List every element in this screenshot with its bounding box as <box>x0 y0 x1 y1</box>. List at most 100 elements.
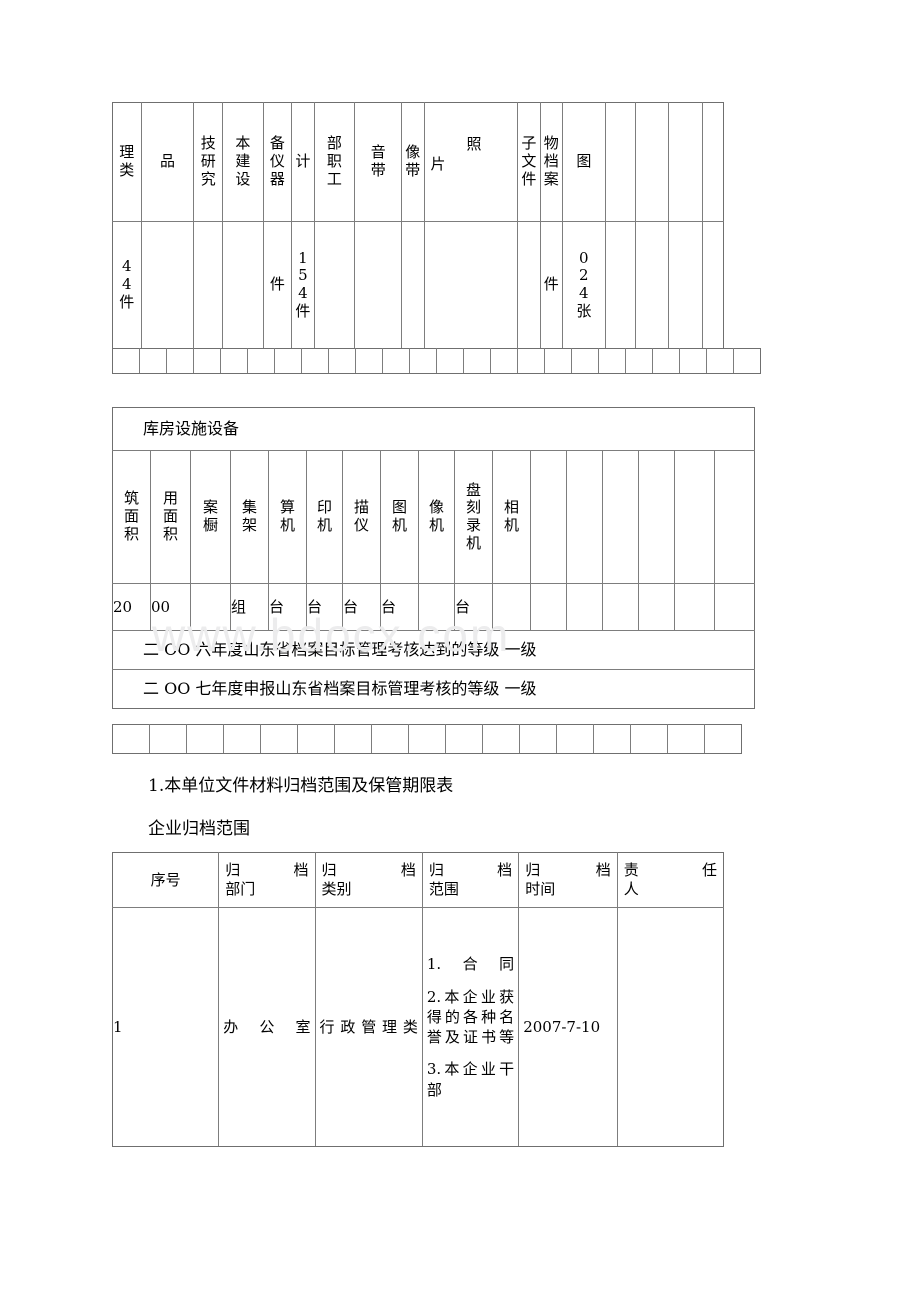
table1-header-cell: 技研究 <box>193 102 223 222</box>
table1-header-cell: 图 <box>561 102 606 222</box>
blank-cell <box>517 348 545 374</box>
table2-data-row: 20 00 组 台 台 台 台 台 <box>112 583 756 631</box>
table2-header-cell: 印机 <box>306 450 343 584</box>
table2-title-cell: 库房设施设备 <box>111 407 756 451</box>
table1-data-cell <box>667 221 704 349</box>
table3-cell-category: 行政管理类 <box>314 907 423 1147</box>
blank-cell <box>556 724 594 754</box>
table2-blank-row-strip <box>112 724 742 754</box>
table2-blank-row <box>112 724 742 754</box>
table3-cell-department: 办公室 <box>218 907 316 1147</box>
table1-header-cell: 像带 <box>401 102 425 222</box>
table1-header-cell: 物档案 <box>539 102 563 222</box>
table1-data-cell <box>193 221 223 349</box>
blank-cell <box>382 348 410 374</box>
blank-cell <box>625 348 653 374</box>
table1-data-cell: 件 <box>262 221 293 349</box>
blank-cell <box>260 724 298 754</box>
table3-cell-time: 2007-7-10 <box>518 907 618 1147</box>
table2-data-cell: 台 <box>454 583 493 631</box>
table2-data-cell: 20 <box>112 583 151 631</box>
blank-cell <box>166 348 194 374</box>
table3-header-seq: 序号 <box>111 852 220 908</box>
blank-cell <box>571 348 599 374</box>
table2-data-cell: 台 <box>306 583 343 631</box>
table2-data-cell: 00 <box>150 583 191 631</box>
table2-data-cell <box>566 583 603 631</box>
table2-data-cell <box>638 583 675 631</box>
table1-header-cell: 音带 <box>354 102 403 222</box>
table1-header-cell <box>604 102 637 222</box>
table2-data-cell <box>530 583 567 631</box>
table1-blank-row-strip <box>112 348 761 374</box>
table1-header-cell: 理类 <box>112 102 142 222</box>
table2-header-cell <box>638 450 675 584</box>
blank-cell <box>112 348 140 374</box>
archive-quantity-table: 理类 品 技研究 本建设 备仪器 计 部职工 音带 像带 片 照 子文件 物档案… <box>112 102 724 349</box>
blank-cell <box>706 348 734 374</box>
table1-data-row: 44件 件 154件 件 024张 <box>112 221 724 349</box>
blank-cell <box>733 348 761 374</box>
table2-header-cell <box>674 450 715 584</box>
table2-header-cell: 用面积 <box>150 450 191 584</box>
table1-header-cell-photo: 片 照 <box>423 102 519 222</box>
blank-cell <box>482 724 520 754</box>
filing-scope-table: 序号 归档 部门 归档 类别 归档 范围 归档 时间 责任 人 1 办公室 行政… <box>111 852 725 1147</box>
table1-data-cell: 件 <box>539 221 563 349</box>
table1-data-cell <box>354 221 403 349</box>
blank-cell <box>679 348 707 374</box>
table2-header-cell <box>713 450 756 584</box>
table2-header-cell <box>602 450 639 584</box>
table2-header-row: 筑面积 用面积 案橱 集架 算机 印机 描仪 图机 像机 盘刻录机 相机 <box>112 450 756 584</box>
table2-data-cell <box>713 583 756 631</box>
blank-cell <box>328 348 356 374</box>
blank-cell <box>220 348 248 374</box>
table1-data-cell <box>401 221 425 349</box>
blank-cell <box>409 348 437 374</box>
table2-data-cell <box>190 583 231 631</box>
blank-cell <box>652 348 680 374</box>
table2-data-cell <box>418 583 455 631</box>
table2-note-row: 二 OO 七年度申报山东省档案目标管理考核的等级 一级 <box>111 669 756 709</box>
table2-data-cell <box>674 583 715 631</box>
table3-cell-scope: 1.合同 2.本企业获得的各种名誉及证书等 3.本企业干部 <box>421 907 520 1147</box>
table2-data-cell <box>492 583 531 631</box>
blank-cell <box>593 724 631 754</box>
blank-cell <box>223 724 261 754</box>
table2-data-cell <box>602 583 639 631</box>
table2-data-cell: 台 <box>268 583 307 631</box>
blank-cell <box>274 348 302 374</box>
blank-cell <box>704 724 742 754</box>
blank-cell <box>408 724 446 754</box>
table2-title-row: 库房设施设备 <box>111 407 756 451</box>
blank-cell <box>139 348 167 374</box>
table2-header-cell: 描仪 <box>342 450 381 584</box>
table3-cell-seq: 1 <box>111 907 220 1147</box>
table2-header-cell <box>530 450 567 584</box>
table1-header-cell: 品 <box>140 102 195 222</box>
blank-cell <box>301 348 329 374</box>
blank-cell <box>247 348 275 374</box>
blank-cell <box>598 348 626 374</box>
blank-cell <box>186 724 224 754</box>
table1-header-row: 理类 品 技研究 本建设 备仪器 计 部职工 音带 像带 片 照 子文件 物档案… <box>112 102 724 222</box>
table2-header-cell: 算机 <box>268 450 307 584</box>
blank-cell <box>463 348 491 374</box>
blank-cell <box>445 724 483 754</box>
table1-data-cell: 154件 <box>291 221 315 349</box>
table3-header-category: 归档 类别 <box>314 852 423 908</box>
table3-header-scope: 归档 范围 <box>421 852 520 908</box>
storage-facility-table: 库房设施设备 筑面积 用面积 案橱 集架 算机 印机 描仪 图机 像机 盘刻录机… <box>111 407 756 709</box>
table1-data-cell: 024张 <box>561 221 606 349</box>
heading-section-2: 企业归档范围 <box>148 819 250 839</box>
table1-blank-row <box>112 348 761 374</box>
table1-data-cell <box>604 221 637 349</box>
blank-cell <box>112 724 150 754</box>
heading-section-1: 1.本单位文件材料归档范围及保管期限表 <box>148 776 454 796</box>
table3-header-department: 归档 部门 <box>218 852 316 908</box>
table1-header-cell: 本建设 <box>221 102 264 222</box>
table1-header-cell: 部职工 <box>313 102 356 222</box>
blank-cell <box>490 348 518 374</box>
table-row: 1 办公室 行政管理类 1.合同 2.本企业获得的各种名誉及证书等 3.本企业干… <box>111 907 725 1147</box>
table3-header-owner: 责任 人 <box>616 852 725 908</box>
